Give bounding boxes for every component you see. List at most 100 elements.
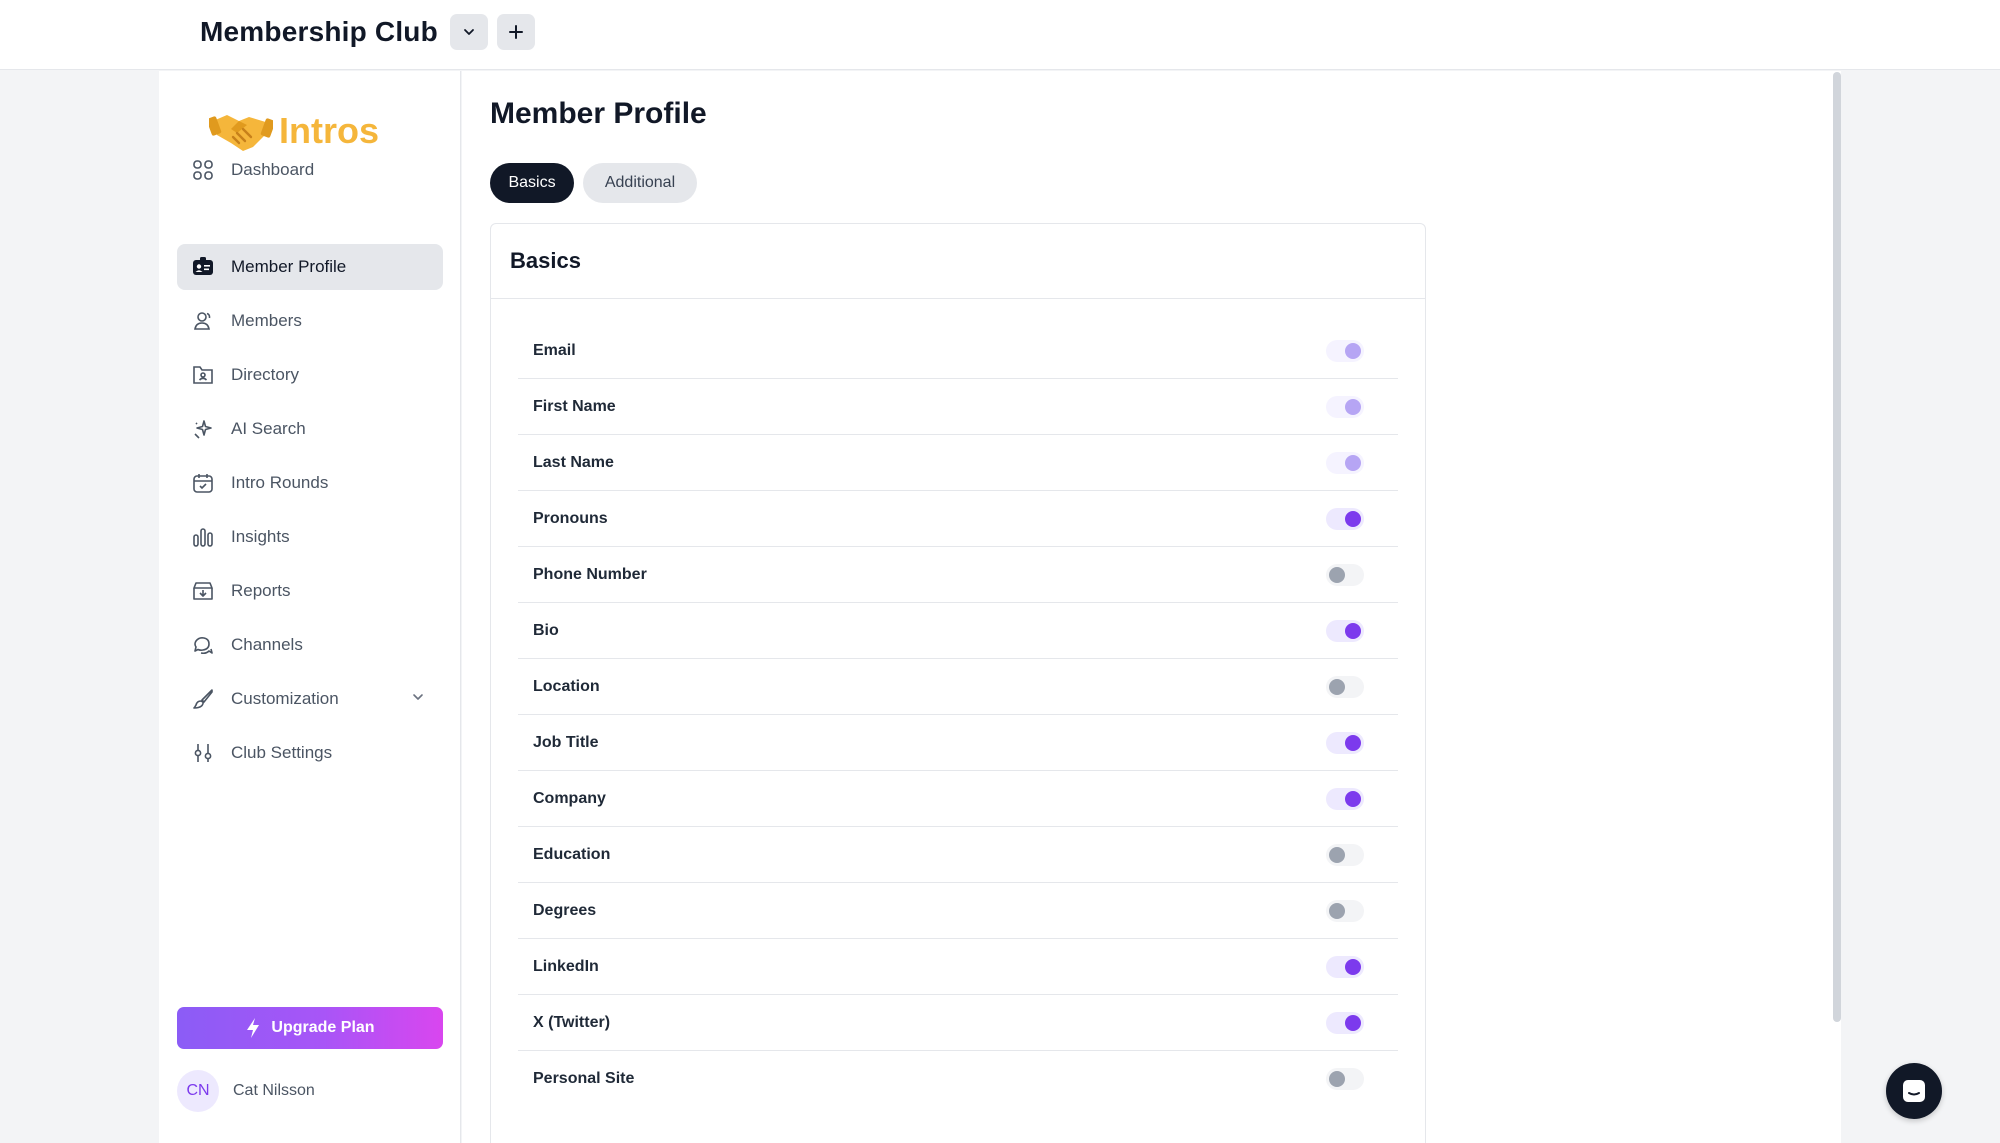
field-label: Pronouns bbox=[533, 509, 608, 527]
toggle-knob bbox=[1345, 735, 1361, 751]
field-label: Personal Site bbox=[533, 1070, 635, 1087]
download-box-icon bbox=[191, 579, 215, 603]
field-label: First Name bbox=[533, 397, 616, 415]
field-label: Phone Number bbox=[533, 565, 647, 583]
field-label: Location bbox=[533, 677, 600, 695]
field-row-first-name: First Name bbox=[518, 379, 1398, 435]
field-row-email: Email bbox=[518, 323, 1398, 379]
tab-additional[interactable]: Additional bbox=[583, 163, 697, 203]
field-row-location: Location bbox=[518, 659, 1398, 715]
plus-icon bbox=[509, 25, 523, 39]
user-name: Cat Nilsson bbox=[233, 1082, 315, 1099]
education-toggle[interactable] bbox=[1326, 844, 1364, 866]
chat-launcher-button[interactable] bbox=[1886, 1063, 1942, 1119]
toggle-knob bbox=[1345, 455, 1361, 471]
card-title: Basics bbox=[491, 224, 1425, 299]
sidebar-item-label: Member Profile bbox=[231, 257, 347, 276]
field-row-education: Education bbox=[518, 827, 1398, 883]
sidebar-item-customization[interactable]: Customization bbox=[177, 676, 443, 722]
scrollbar[interactable] bbox=[1833, 72, 1841, 1022]
degrees-toggle[interactable] bbox=[1326, 900, 1364, 922]
toggle-knob bbox=[1345, 791, 1361, 807]
toggle-knob bbox=[1329, 679, 1345, 695]
email-toggle[interactable] bbox=[1326, 340, 1364, 362]
last-name-toggle[interactable] bbox=[1326, 452, 1364, 474]
sidebar-item-members[interactable]: Members bbox=[177, 298, 443, 344]
toggle-knob bbox=[1329, 847, 1345, 863]
field-row-degrees: Degrees bbox=[518, 883, 1398, 939]
job-title-toggle[interactable] bbox=[1326, 732, 1364, 754]
upgrade-plan-label: Upgrade Plan bbox=[271, 1019, 375, 1036]
sidebar-item-intro-rounds[interactable]: Intro Rounds bbox=[177, 460, 443, 506]
field-label: X (Twitter) bbox=[533, 1013, 611, 1031]
sidebar-item-label: Insights bbox=[231, 527, 290, 546]
chevron-down-icon bbox=[411, 689, 425, 709]
pronouns-toggle[interactable] bbox=[1326, 508, 1364, 530]
sidebar-item-club-settings[interactable]: Club Settings bbox=[177, 730, 443, 776]
basics-card: Basics Email First Name Last Name Pronou… bbox=[490, 223, 1426, 1143]
sidebar-item-label: Reports bbox=[231, 581, 291, 600]
lightning-icon bbox=[247, 1018, 260, 1038]
field-label: Email bbox=[533, 341, 576, 359]
sidebar-item-dashboard[interactable]: Dashboard bbox=[177, 147, 443, 193]
bar-chart-icon bbox=[191, 525, 215, 549]
sparkles-icon bbox=[191, 417, 215, 441]
field-row-personal-site: Personal Site bbox=[518, 1051, 1398, 1107]
chevron-down-icon bbox=[464, 29, 474, 35]
main-content: Member Profile Basics Additional Basics … bbox=[462, 71, 1841, 1143]
field-label: Company bbox=[533, 789, 606, 807]
field-label: Degrees bbox=[533, 901, 597, 919]
upgrade-plan-button[interactable]: Upgrade Plan bbox=[177, 1007, 443, 1049]
phone-number-toggle[interactable] bbox=[1326, 564, 1364, 586]
field-row-bio: Bio bbox=[518, 603, 1398, 659]
sidebar-item-insights[interactable]: Insights bbox=[177, 514, 443, 560]
tab-basics[interactable]: Basics bbox=[490, 163, 574, 203]
sidebar: Intros Dashboard Member Profile Members … bbox=[159, 71, 461, 1143]
sidebar-item-label: Channels bbox=[231, 635, 303, 654]
sidebar-item-member-profile[interactable]: Member Profile bbox=[177, 244, 443, 290]
field-row-linkedin: LinkedIn bbox=[518, 939, 1398, 995]
top-bar: Membership Club bbox=[0, 0, 2000, 70]
avatar: CN bbox=[177, 1070, 219, 1112]
user-profile[interactable]: CN Cat Nilsson bbox=[177, 1070, 315, 1112]
users-icon bbox=[191, 309, 215, 333]
company-toggle[interactable] bbox=[1326, 788, 1364, 810]
toggle-knob bbox=[1345, 399, 1361, 415]
field-label: Job Title bbox=[533, 733, 599, 751]
sidebar-item-label: Members bbox=[231, 311, 302, 330]
chat-icon bbox=[1903, 1080, 1925, 1102]
add-club-button[interactable] bbox=[497, 14, 535, 50]
sidebar-item-label: Directory bbox=[231, 365, 300, 384]
field-row-job-title: Job Title bbox=[518, 715, 1398, 771]
x-twitter-toggle[interactable] bbox=[1326, 1012, 1364, 1034]
first-name-toggle[interactable] bbox=[1326, 396, 1364, 418]
sidebar-item-directory[interactable]: Directory bbox=[177, 352, 443, 398]
field-row-pronouns: Pronouns bbox=[518, 491, 1398, 547]
club-switcher-button[interactable] bbox=[450, 14, 488, 50]
calendar-icon bbox=[191, 471, 215, 495]
sidebar-item-label: Intro Rounds bbox=[231, 473, 329, 492]
sidebar-item-ai-search[interactable]: AI Search bbox=[177, 406, 443, 452]
field-row-phone-number: Phone Number bbox=[518, 547, 1398, 603]
toggle-knob bbox=[1345, 959, 1361, 975]
sidebar-item-channels[interactable]: Channels bbox=[177, 622, 443, 668]
directory-icon bbox=[191, 363, 215, 387]
sidebar-item-reports[interactable]: Reports bbox=[177, 568, 443, 614]
personal-site-toggle[interactable] bbox=[1326, 1068, 1364, 1090]
field-label: LinkedIn bbox=[533, 957, 599, 975]
grid-icon bbox=[191, 158, 215, 182]
id-card-icon bbox=[191, 255, 215, 279]
sliders-icon bbox=[191, 741, 215, 765]
field-label: Bio bbox=[533, 621, 559, 639]
location-toggle[interactable] bbox=[1326, 676, 1364, 698]
toggle-knob bbox=[1329, 903, 1345, 919]
chat-bubbles-icon bbox=[191, 633, 215, 657]
toggle-knob bbox=[1345, 1015, 1361, 1031]
page-title: Member Profile bbox=[490, 97, 707, 130]
bio-toggle[interactable] bbox=[1326, 620, 1364, 642]
field-row-company: Company bbox=[518, 771, 1398, 827]
linkedin-toggle[interactable] bbox=[1326, 956, 1364, 978]
brush-icon bbox=[191, 687, 215, 711]
logo-text: Intros bbox=[279, 110, 380, 151]
toggle-knob bbox=[1329, 567, 1345, 583]
